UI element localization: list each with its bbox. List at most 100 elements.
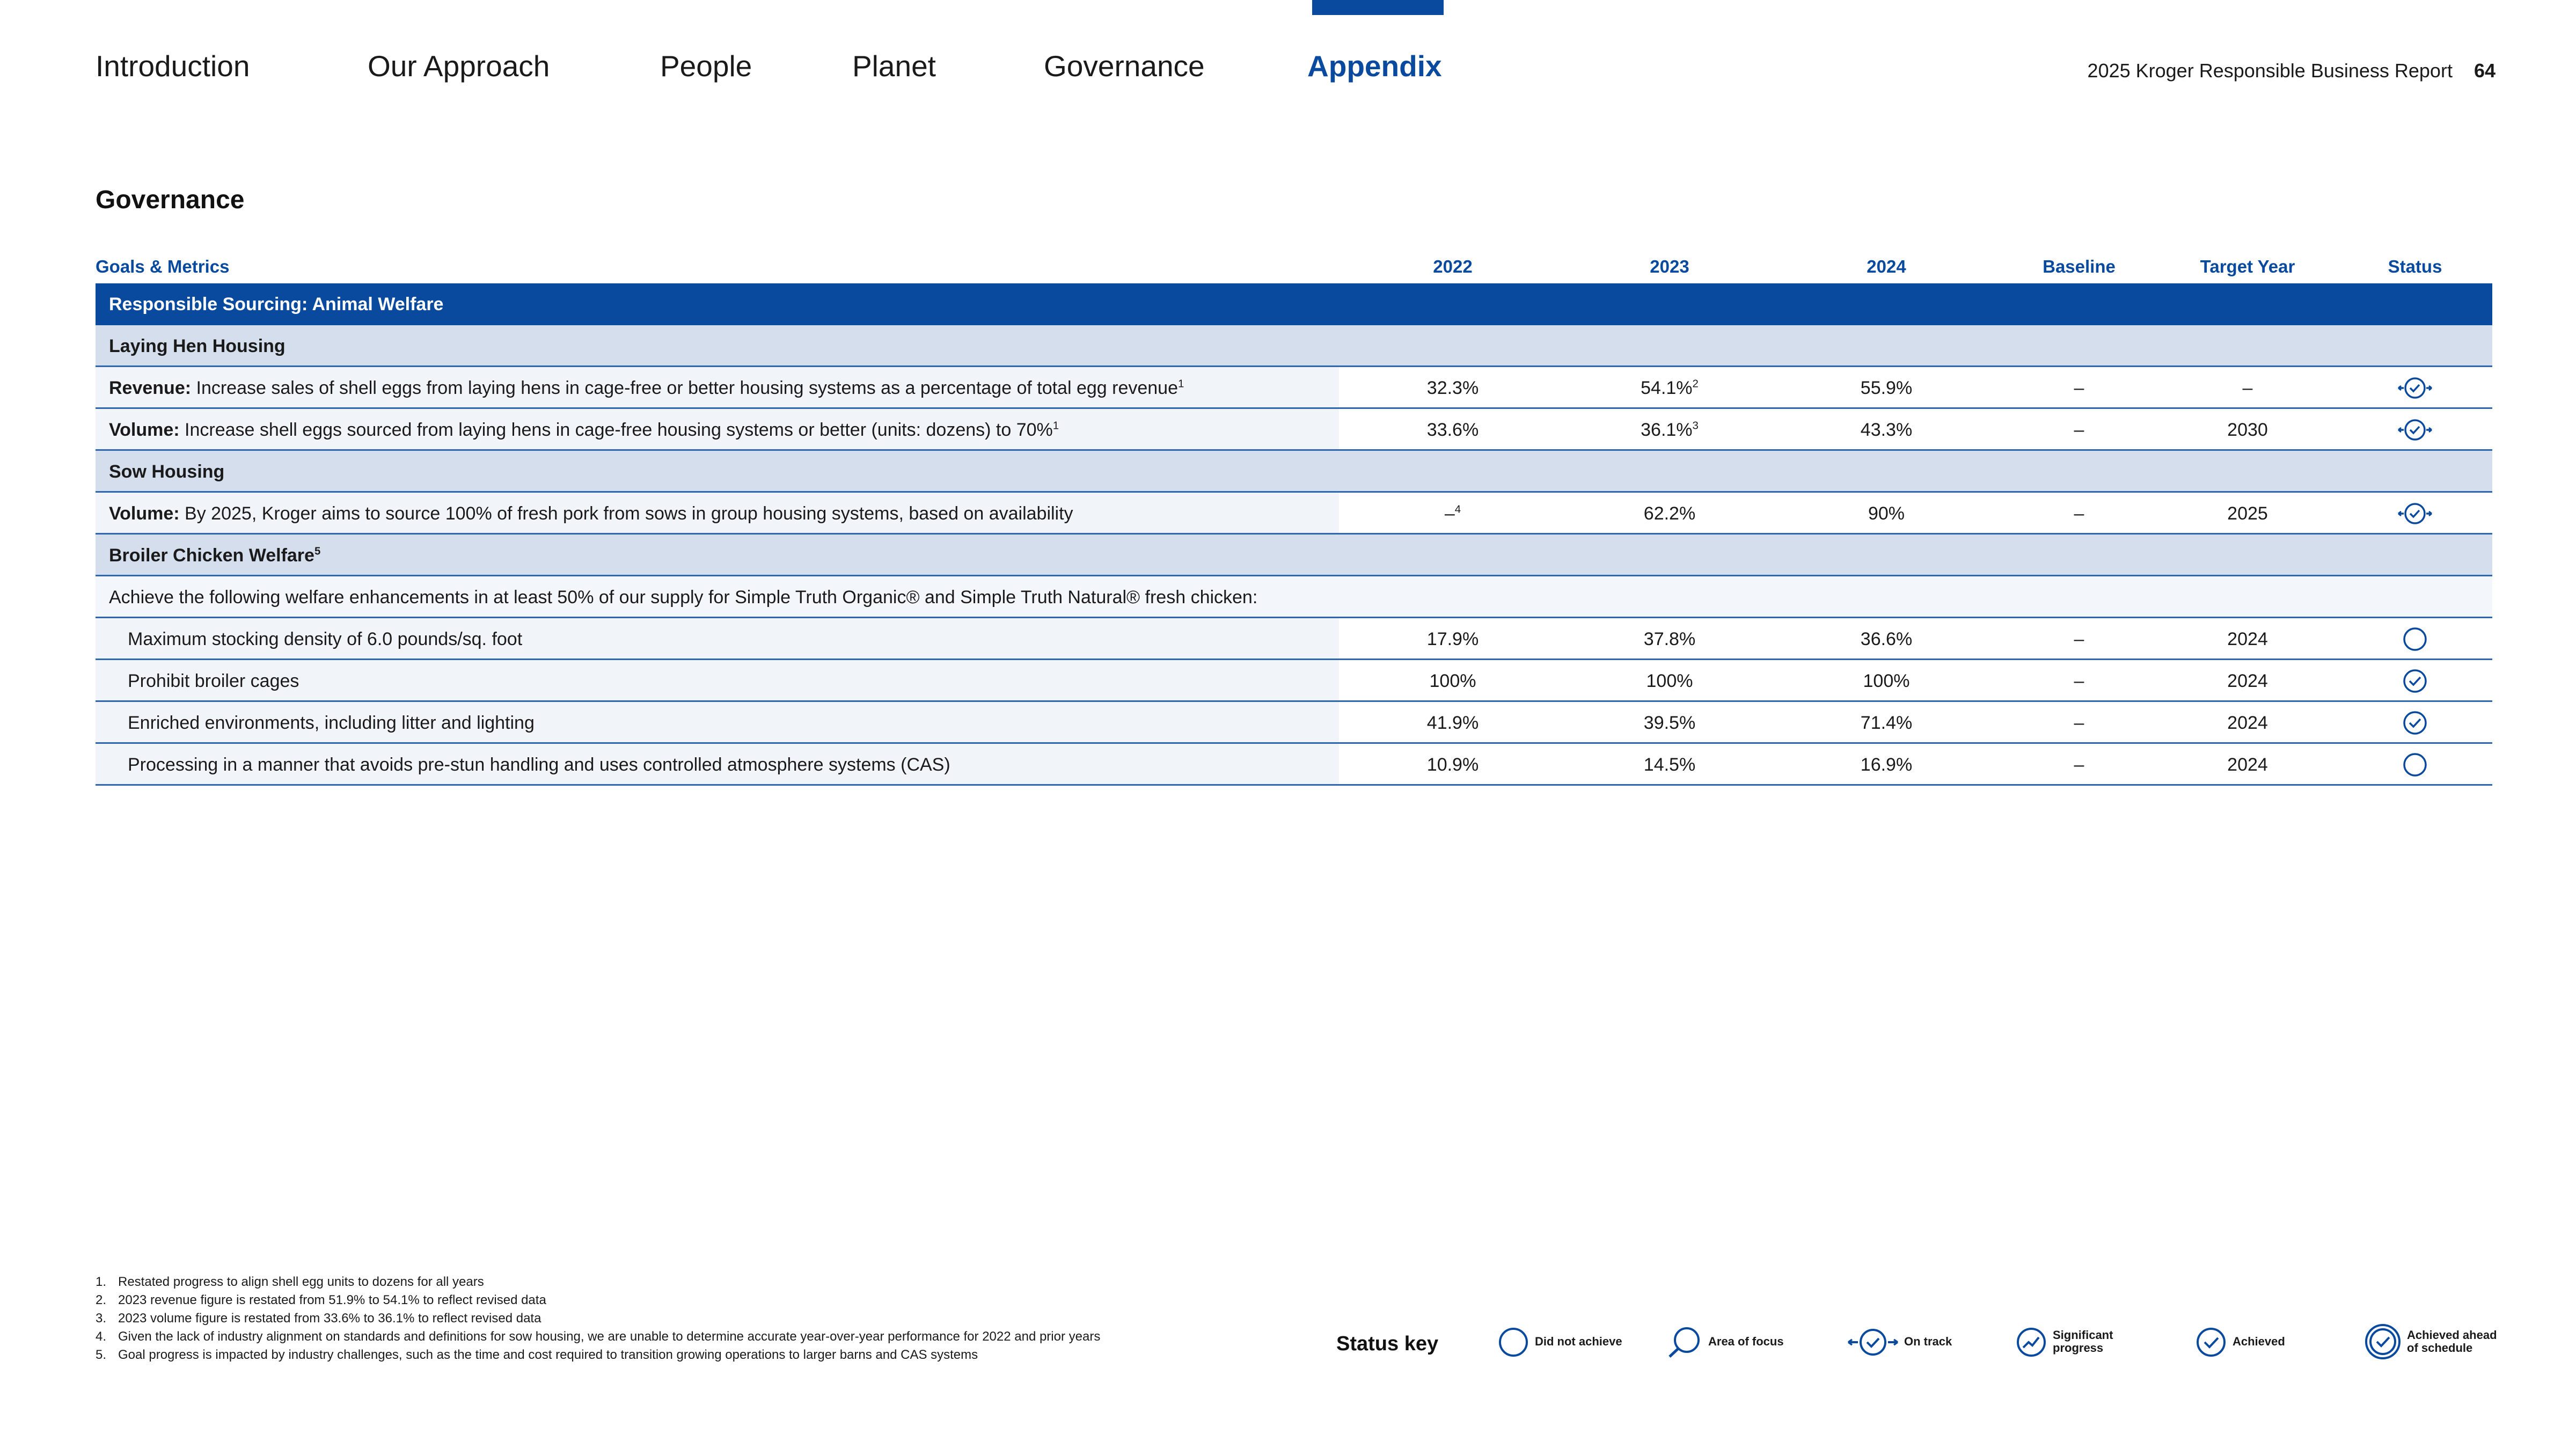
nav-our-approach[interactable]: Our Approach	[368, 47, 550, 85]
col-2022: 2022	[1433, 257, 1473, 276]
value-2022: 17.9%	[1426, 629, 1479, 649]
status-key-label: Significant progress	[2053, 1328, 2113, 1355]
metric-label: Maximum stocking density of 6.0 pounds/s…	[128, 629, 523, 649]
achieved-ahead-icon	[2365, 1324, 2401, 1359]
category-title: Responsible Sourcing: Animal Welfare	[109, 294, 444, 314]
value-baseline: –	[2074, 378, 2084, 398]
value-2023: 37.8%	[1643, 629, 1696, 649]
table-row: Maximum stocking density of 6.0 pounds/s…	[96, 618, 2492, 660]
significant-progress-icon	[2017, 1328, 2046, 1357]
report-title: 2025 Kroger Responsible Business Report	[2087, 60, 2453, 82]
status-key-label: Achieved	[2233, 1335, 2285, 1348]
value-baseline: –	[2074, 420, 2084, 440]
value-target-year: –	[2242, 378, 2253, 398]
subcategory-row: Broiler Chicken Welfare5	[96, 535, 2492, 576]
footnote: 1. Restated progress to align shell egg u…	[96, 1275, 484, 1289]
status-key-label: Area of focus	[1708, 1335, 1784, 1348]
value-baseline: –	[2074, 755, 2084, 775]
table-row: Volume: Increase shell eggs sourced from…	[96, 409, 2492, 451]
footnote: 3. 2023 volume figure is restated from 33…	[96, 1311, 541, 1326]
footnote: 2. 2023 revenue figure is restated from 5…	[96, 1293, 546, 1307]
nav-people[interactable]: People	[660, 47, 752, 85]
value-2023: 54.1%2	[1641, 378, 1699, 398]
value-2022: 41.9%	[1426, 713, 1479, 733]
did-not-achieve-icon	[1499, 1328, 1528, 1357]
subcategory-row: Laying Hen Housing	[96, 325, 2492, 367]
metric-label: Revenue: Increase sales of shell eggs fr…	[109, 378, 1184, 398]
value-2022: –4	[1444, 503, 1461, 524]
achieved-icon	[2403, 669, 2427, 693]
value-target-year: 2025	[2227, 503, 2268, 524]
on-track-icon	[2398, 377, 2432, 399]
value-2022: 100%	[1429, 671, 1476, 691]
metrics-table: Goals & Metrics 2022 2023 2024 Baseline …	[96, 251, 2492, 786]
table-header: Goals & Metrics 2022 2023 2024 Baseline …	[96, 251, 2492, 283]
value-2024: 16.9%	[1860, 755, 1913, 775]
value-baseline: –	[2074, 629, 2084, 649]
value-target-year: 2024	[2227, 713, 2268, 733]
value-2023: 62.2%	[1643, 503, 1696, 524]
value-2022: 33.6%	[1426, 420, 1479, 440]
status-key-label: Achieved ahead of schedule	[2407, 1328, 2497, 1355]
value-baseline: –	[2074, 713, 2084, 733]
metric-intro: Achieve the following welfare enhancemen…	[109, 587, 1258, 608]
achieved-icon	[2403, 711, 2427, 735]
on-track-icon	[2398, 503, 2432, 524]
subcategory-title: Laying Hen Housing	[109, 336, 286, 356]
value-2024: 100%	[1863, 671, 1910, 691]
value-2022: 32.3%	[1426, 378, 1479, 398]
table-row: Prohibit broiler cages 100% 100% 100% – …	[96, 660, 2492, 702]
nav-planet[interactable]: Planet	[852, 47, 936, 85]
nav-governance[interactable]: Governance	[1044, 47, 1205, 85]
page-title: Governance	[96, 186, 245, 214]
status-key: Status key Did not achieve Area of focus…	[1336, 1318, 2497, 1366]
status-key-title: Status key	[1336, 1333, 1439, 1355]
col-target-year: Target Year	[2200, 257, 2295, 276]
table-row: Revenue: Increase sales of shell eggs fr…	[96, 367, 2492, 409]
col-goals-metrics: Goals & Metrics	[96, 257, 230, 276]
col-2024: 2024	[1867, 257, 1906, 276]
status-key-label: Did not achieve	[1535, 1335, 1622, 1348]
value-2022: 10.9%	[1426, 755, 1479, 775]
table-row: Achieve the following welfare enhancemen…	[96, 576, 2492, 618]
nav-appendix[interactable]: Appendix	[1307, 47, 1442, 85]
value-baseline: –	[2074, 671, 2084, 691]
nav-introduction[interactable]: Introduction	[96, 47, 250, 85]
value-baseline: –	[2074, 503, 2084, 524]
area-of-focus-icon	[1668, 1327, 1700, 1358]
footnote: 4. Given the lack of industry alignment o…	[96, 1329, 1101, 1344]
subcategory-row: Sow Housing	[96, 451, 2492, 493]
on-track-icon	[1847, 1329, 1899, 1356]
metric-label: Volume: Increase shell eggs sourced from…	[109, 420, 1059, 440]
value-2024: 90%	[1868, 503, 1905, 524]
footnote: 5. Goal progress is impacted by industry …	[96, 1348, 978, 1362]
col-status: Status	[2388, 257, 2442, 276]
value-2024: 55.9%	[1860, 378, 1913, 398]
did-not-achieve-icon	[2403, 627, 2427, 651]
value-2023: 14.5%	[1643, 755, 1696, 775]
metric-label: Prohibit broiler cages	[128, 671, 299, 691]
did-not-achieve-icon	[2403, 753, 2427, 777]
category-band: Responsible Sourcing: Animal Welfare	[96, 283, 2492, 325]
value-2024: 36.6%	[1860, 629, 1913, 649]
page-number: 64	[2473, 60, 2496, 82]
on-track-icon	[2398, 419, 2432, 441]
report-header: 2025 Kroger Responsible Business Report 6…	[2088, 59, 2496, 83]
table-row: Volume: By 2025, Kroger aims to source 1…	[96, 493, 2492, 535]
value-2024: 43.3%	[1860, 420, 1913, 440]
value-2024: 71.4%	[1860, 713, 1913, 733]
table-row: Processing in a manner that avoids pre-s…	[96, 744, 2492, 786]
col-2023: 2023	[1650, 257, 1689, 276]
subcategory-title: Sow Housing	[109, 462, 225, 482]
status-key-label: On track	[1904, 1335, 1952, 1348]
metric-label: Enriched environments, including litter …	[128, 713, 535, 733]
table-row: Enriched environments, including litter …	[96, 702, 2492, 744]
value-target-year: 2024	[2227, 671, 2268, 691]
value-target-year: 2030	[2227, 420, 2268, 440]
value-2023: 36.1%3	[1641, 420, 1699, 440]
footnotes: 1. Restated progress to align shell egg u…	[96, 1273, 1303, 1364]
col-baseline: Baseline	[2043, 257, 2116, 276]
value-2023: 39.5%	[1643, 713, 1696, 733]
active-tab-indicator	[1312, 0, 1444, 15]
metric-label: Volume: By 2025, Kroger aims to source 1…	[109, 503, 1073, 524]
